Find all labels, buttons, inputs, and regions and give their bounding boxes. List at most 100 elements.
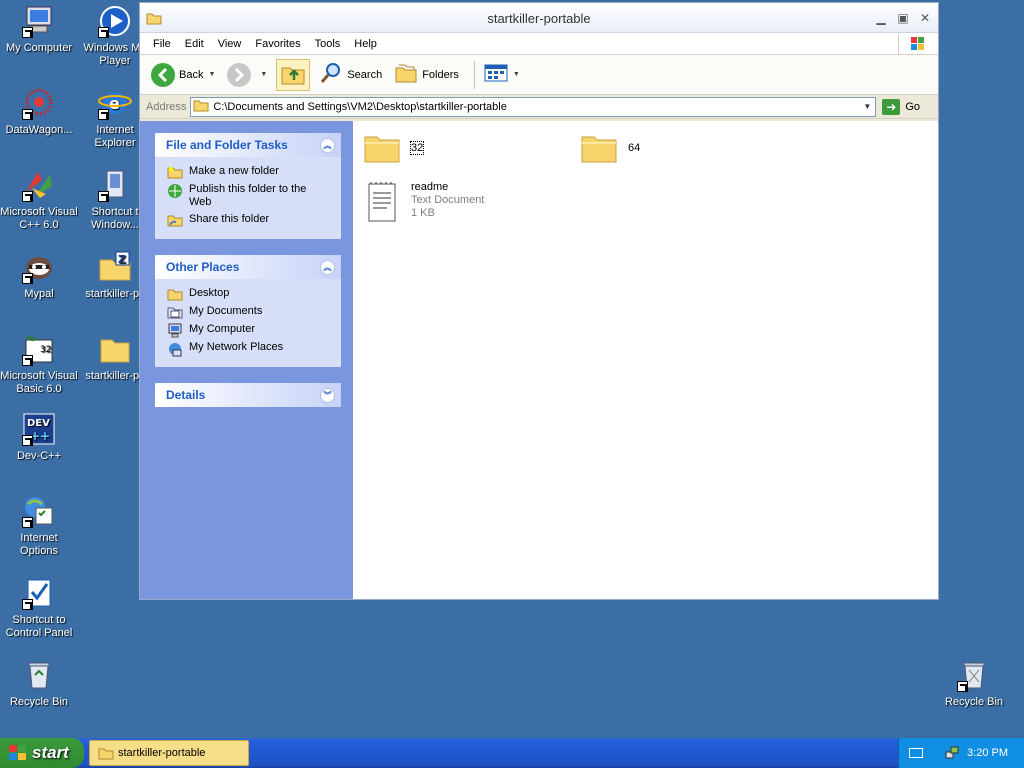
internet-options-icon: [22, 494, 56, 528]
back-label: Back: [179, 68, 204, 81]
task-label: Make a new folder: [189, 165, 279, 177]
chevron-down-icon[interactable]: ▼: [260, 71, 267, 78]
up-folder-button[interactable]: [276, 58, 311, 91]
desktop-icon-my-computer[interactable]: My Computer: [0, 4, 78, 55]
file-folder-tasks-panel: File and Folder Tasks ︽ Make a new folde…: [155, 133, 341, 239]
file-list-pane[interactable]: 32 64 readme Text Document 1 KB: [353, 121, 938, 599]
windows-flag-icon: [8, 744, 28, 762]
chevron-down-icon[interactable]: ▼: [513, 71, 520, 78]
collapse-icon[interactable]: ︽: [320, 260, 335, 275]
keyboard-icon[interactable]: [909, 748, 924, 758]
toolbar-separator: [473, 60, 475, 89]
folders-label: Folders: [422, 68, 459, 81]
toolbar: Back ▼ ▼ Search Folders ▼: [140, 55, 938, 95]
desktop-icon-internet-options[interactable]: Internet Options: [0, 494, 78, 558]
folder-icon: [193, 98, 209, 115]
address-path: C:\Documents and Settings\VM2\Desktop\st…: [213, 100, 507, 113]
task-make-new-folder[interactable]: Make a new folder: [167, 165, 331, 179]
menu-edit[interactable]: Edit: [178, 38, 211, 50]
windows-logo-icon: [898, 34, 936, 54]
file-item-readme[interactable]: readme Text Document 1 KB: [367, 181, 484, 223]
minimize-button[interactable]: ▁: [872, 11, 890, 25]
desktop-icon-recycle-bin-right[interactable]: Recycle Bin: [935, 658, 1013, 709]
desktop-icon-devcpp[interactable]: DEV ++ Dev-C++: [0, 412, 78, 463]
network-icon[interactable]: [945, 746, 959, 760]
menu-file[interactable]: File: [146, 38, 178, 50]
desktop-icon-label: My Computer: [5, 42, 73, 54]
menu-help[interactable]: Help: [347, 38, 384, 50]
task-label: Publish this folder to the Web: [189, 183, 307, 208]
start-button[interactable]: start: [0, 738, 84, 768]
address-input[interactable]: C:\Documents and Settings\VM2\Desktop\st…: [190, 96, 877, 117]
clock[interactable]: 3:20 PM: [967, 747, 1008, 759]
desktop-icon-label: Microsoft Visual Basic 6.0: [0, 370, 78, 395]
panel-header[interactable]: Details ︾: [155, 383, 341, 407]
expand-icon[interactable]: ︾: [320, 388, 335, 403]
folder-icon: [580, 131, 618, 165]
panel-header[interactable]: Other Places ︽: [155, 255, 341, 279]
desktop-icon-mypal[interactable]: Mypal: [0, 250, 78, 301]
place-my-computer[interactable]: My Computer: [167, 323, 331, 338]
svg-text:32: 32: [40, 345, 51, 355]
system-tray: 3:20 PM: [898, 738, 1024, 768]
desktop-icon-msvc[interactable]: Microsoft Visual C++ 6.0: [0, 168, 78, 232]
desktop-icon-label: Recycle Bin: [9, 696, 69, 708]
search-label: Search: [347, 68, 383, 81]
chevron-down-icon[interactable]: ▼: [208, 71, 215, 78]
place-network[interactable]: My Network Places: [167, 341, 331, 357]
close-button[interactable]: ✕: [916, 11, 934, 25]
desktop-icon-label: Mypal: [24, 288, 54, 300]
start-label: start: [32, 743, 69, 762]
recycle-bin-icon: [957, 658, 991, 692]
taskbar: start startkiller-portable 3:20 PM: [0, 738, 1024, 768]
folder-item-32[interactable]: 32: [363, 131, 425, 165]
folder-item-64[interactable]: 64: [580, 131, 640, 165]
folder-icon: [363, 131, 401, 165]
maximize-button[interactable]: ▣: [894, 11, 912, 25]
window-title: startkiller-portable: [487, 11, 591, 26]
my-documents-icon: [167, 305, 183, 319]
search-button[interactable]: Search: [316, 59, 385, 91]
desktop-icon-label: Recycle Bin: [944, 696, 1004, 708]
forward-arrow-icon: [227, 62, 252, 87]
desktop-icon-control-panel[interactable]: Shortcut to Control Panel: [0, 576, 78, 640]
globe-icon: [167, 183, 183, 198]
forward-button[interactable]: ▼: [224, 59, 270, 91]
datawagon-icon: [22, 86, 56, 120]
place-my-documents[interactable]: My Documents: [167, 305, 331, 319]
folders-button[interactable]: Folders: [391, 59, 462, 91]
menu-tools[interactable]: Tools: [308, 38, 348, 50]
task-label: Share this folder: [189, 213, 270, 225]
folder-icon: [98, 747, 114, 760]
views-button[interactable]: ▼: [481, 59, 523, 91]
taskbar-window-button[interactable]: startkiller-portable: [89, 740, 249, 766]
details-panel: Details ︾: [155, 383, 341, 407]
svg-text:DEV: DEV: [27, 418, 50, 429]
chevron-down-icon[interactable]: ▼: [859, 98, 875, 116]
panel-header[interactable]: File and Folder Tasks ︽: [155, 133, 341, 157]
desktop-icon-label: Shortcut to Control Panel: [5, 614, 73, 639]
task-share-folder[interactable]: Share this folder: [167, 213, 331, 227]
place-label: Desktop: [189, 287, 230, 299]
task-publish-web[interactable]: Publish this folder to the Web: [167, 183, 331, 209]
panel-title: File and Folder Tasks: [166, 138, 288, 152]
desktop-icon-label: DataWagon...: [5, 124, 73, 136]
collapse-icon[interactable]: ︽: [320, 138, 335, 153]
title-bar[interactable]: startkiller-portable ▁ ▣ ✕: [140, 3, 938, 33]
back-arrow-icon: [151, 62, 175, 87]
menu-view[interactable]: View: [211, 38, 249, 50]
mypal-icon: [22, 250, 56, 284]
search-icon: [319, 61, 343, 88]
share-folder-icon: [167, 213, 183, 227]
desktop-icon-label: Dev-C++: [16, 450, 62, 462]
panel-title: Other Places: [166, 260, 240, 274]
desktop-icon-vb6[interactable]: 32 Microsoft Visual Basic 6.0: [0, 332, 78, 396]
back-button[interactable]: Back ▼: [148, 59, 218, 91]
place-desktop[interactable]: Desktop: [167, 287, 331, 301]
desktop-icon-datawagon[interactable]: DataWagon...: [0, 86, 78, 137]
menu-favorites[interactable]: Favorites: [248, 38, 307, 50]
text-document-icon: [367, 181, 397, 223]
svg-text:++: ++: [30, 429, 50, 443]
go-button[interactable]: ➜ Go: [882, 98, 920, 115]
desktop-icon-recycle-bin[interactable]: Recycle Bin: [0, 658, 78, 709]
